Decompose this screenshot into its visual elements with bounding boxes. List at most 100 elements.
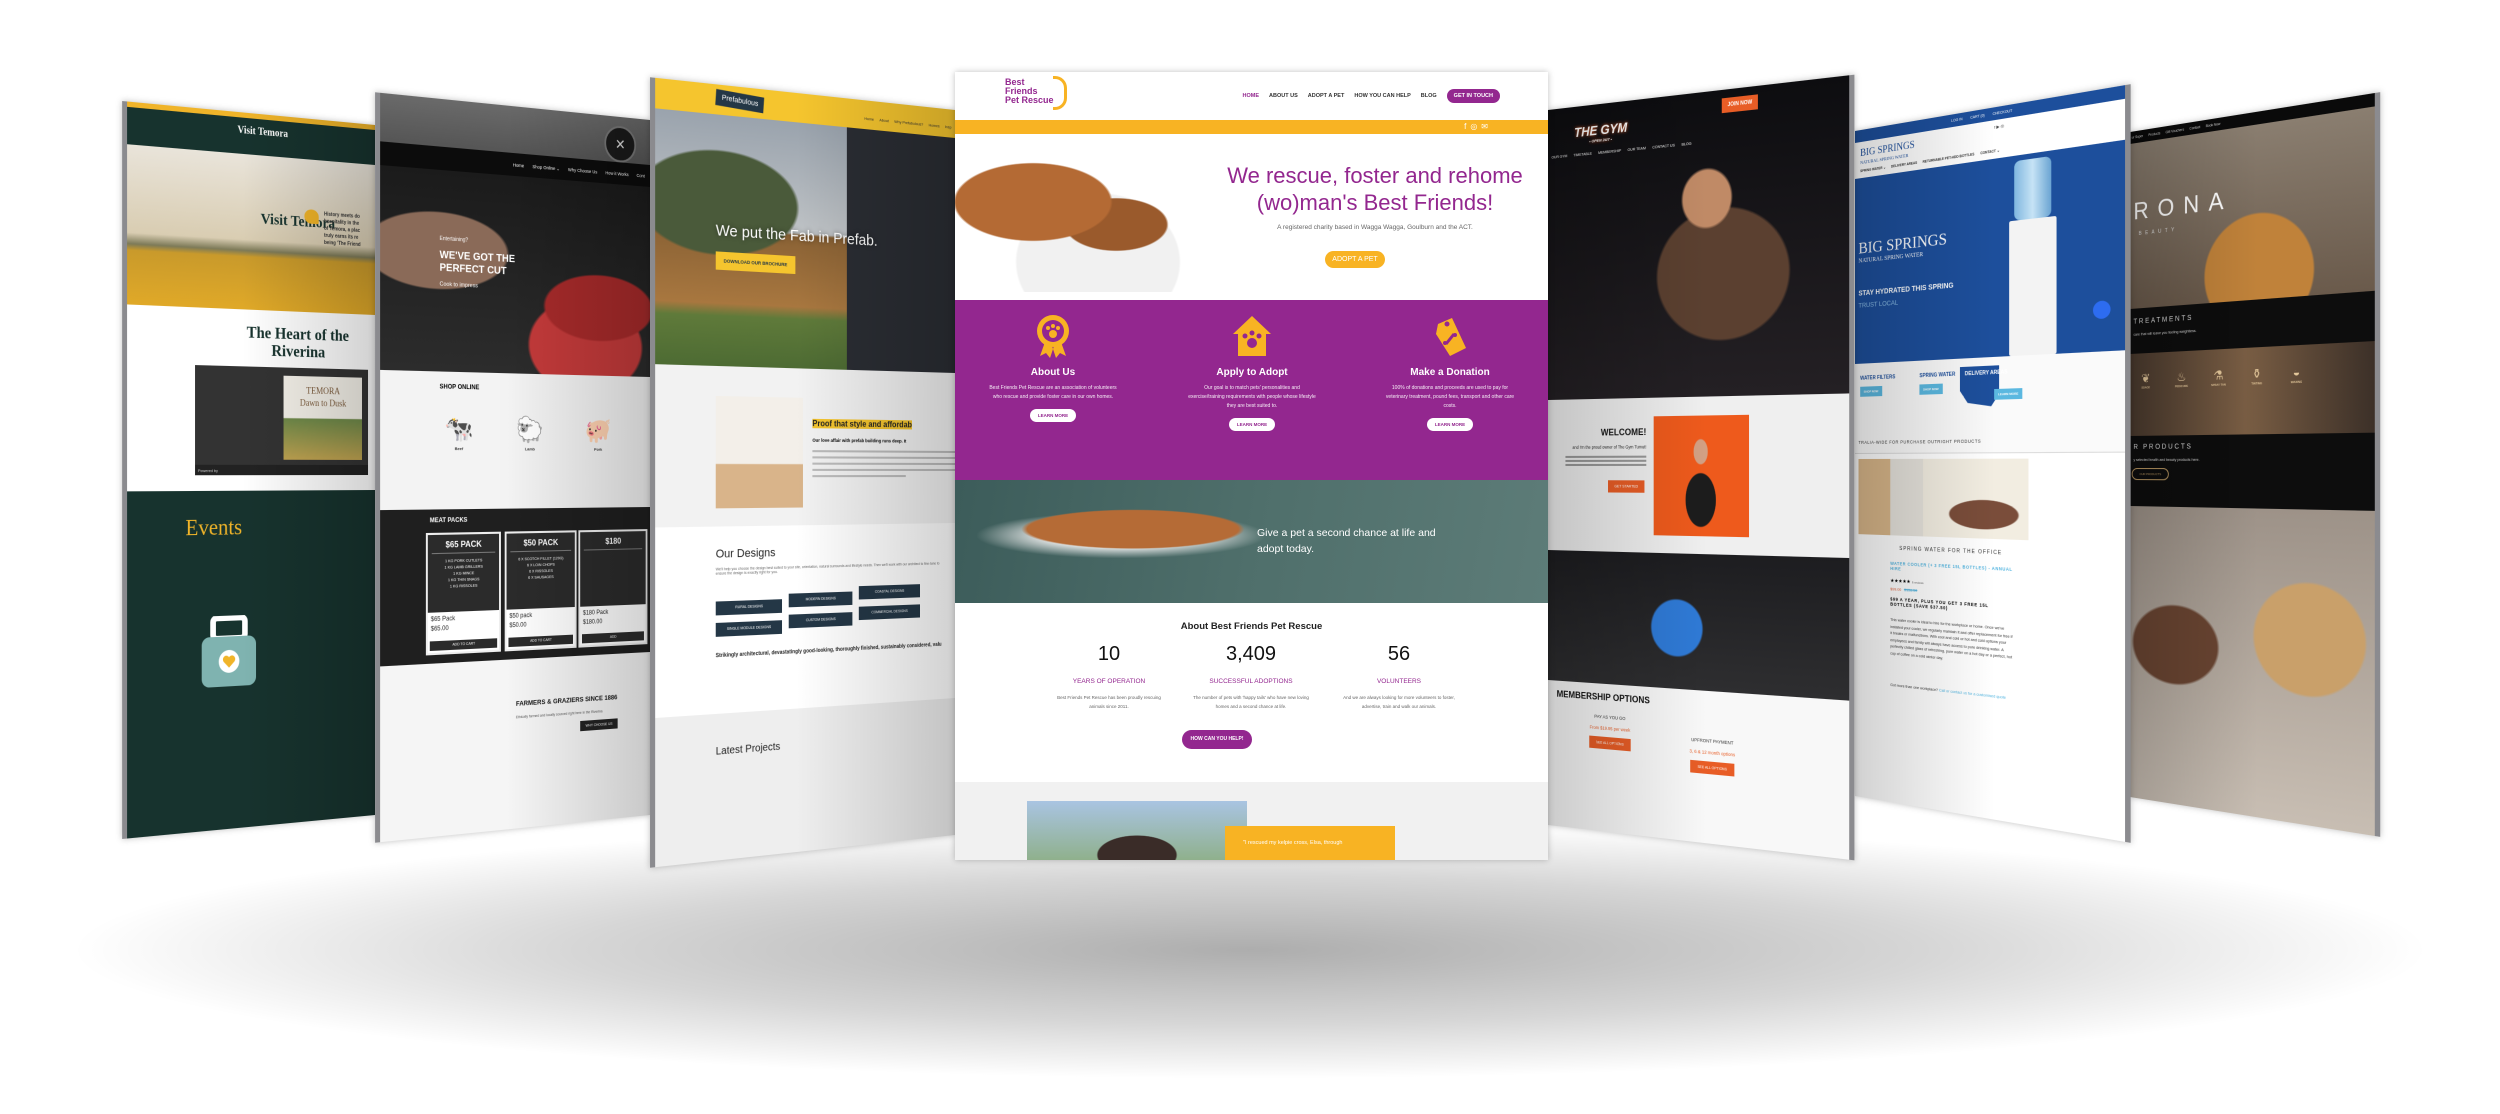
learn-more-button[interactable]: LEARN MORE (1228, 418, 1276, 431)
nav-contact[interactable]: CONTACT ⌄ (1980, 148, 1999, 155)
learn-more-button[interactable]: LEARN MORE (1029, 409, 1077, 422)
cart-link[interactable]: CART (0) (1970, 113, 1984, 120)
tile-delivery-areas[interactable]: DELIVERY AREAS LEARN MORE (1965, 369, 2023, 401)
site-best-friends-pet-rescue[interactable]: Best Friends Pet Rescue HOME ABOUT US ADOP… (955, 72, 1548, 860)
nav-why[interactable]: Why Prefabulous? (894, 119, 923, 127)
treatment-tinting[interactable]: ⚱ TINTING (2239, 366, 2274, 386)
site-big-springs[interactable]: LOG IN CART (0) CHECKOUT BIG SPRINGS NATURA… (1855, 84, 2131, 843)
rural-designs-button[interactable]: RURAL DESIGNS (715, 599, 783, 616)
nav-blog[interactable]: BLOG (1421, 93, 1437, 99)
our-products-button[interactable]: OUR PRODUCTS (2131, 468, 2170, 481)
hero-title: We rescue, foster and rehome (wo)man's B… (1227, 163, 1523, 215)
pack-card[interactable]: $50 PACK 6 X SCOTCH FILLET (120G) 6 X LOIN… (504, 530, 577, 652)
logo[interactable]: Visit Temora (237, 124, 288, 140)
treatment-waxing[interactable]: ◒ WAXING (2278, 364, 2314, 385)
tile-water-filters[interactable]: WATER FILTERS SHOP NOW (1860, 374, 1895, 397)
site-the-gym[interactable]: JOIN NOW THE GYM • OPEN 24/7 • OUR GYM TIM… (1548, 74, 1855, 861)
instagram-icon[interactable]: ◎ (1470, 122, 1477, 131)
see-all-options-button[interactable]: SEE ALL OPTIONS (1689, 759, 1735, 777)
get-in-touch-button[interactable]: GET IN TOUCH (1446, 89, 1500, 103)
nav-about[interactable]: About (879, 117, 888, 123)
star-rating: ★★★★★ 6 reviews (1890, 578, 1924, 586)
nav-home[interactable]: HOME (1243, 93, 1260, 99)
logo[interactable]: THE GYM • OPEN 24/7 • (1574, 119, 1627, 145)
video-controls[interactable]: Powered by (195, 464, 369, 476)
features-section: About Us Best Friends Pet Rescue are an a… (955, 300, 1548, 480)
nav-shop[interactable]: Shop Online ⌄ (532, 164, 559, 172)
nav-our-gym[interactable]: OUR GYM (1551, 154, 1567, 160)
treatment-pedicure[interactable]: ♨ PEDICURE (2165, 369, 2198, 389)
nav-homes[interactable]: Homes (929, 122, 940, 128)
nav-why[interactable]: Why Choose Us (568, 167, 597, 176)
youtube-icon[interactable]: ▶ (1996, 124, 1999, 130)
tile-spring-water[interactable]: SPRING WATER SHOP NOW (1919, 372, 1955, 395)
get-started-button[interactable]: GET STARTED (1608, 480, 1645, 493)
adopt-a-pet-button[interactable]: ADOPT A PET (1325, 251, 1385, 268)
site-prefabulous[interactable]: Prefabulous Home About Why Prefabulous? Hom… (650, 77, 955, 868)
wax-bowl-icon: ◒ (2292, 364, 2301, 380)
logo[interactable]: Prefabulous (715, 88, 765, 114)
meat-packs: MEAT PACKS $65 PACK 1 KG PORK CUTLETS 1 KG… (380, 507, 650, 667)
nav-blog[interactable]: BLOG (1682, 142, 1692, 147)
nav-timetable[interactable]: TIMETABLE (1573, 152, 1591, 158)
single-module-designs-button[interactable]: SINGLE MODULE DESIGNS (715, 620, 783, 637)
nav-how[interactable]: How it Works (605, 170, 628, 178)
checkout-link[interactable]: CHECKOUT (1993, 109, 2013, 117)
pack-card[interactable]: $65 PACK 1 KG PORK CUTLETS 1 KG LAMB GRILL… (425, 531, 501, 656)
logo[interactable]: Best Friends Pet Rescue (1005, 76, 1075, 110)
nav-insp[interactable]: Insp (945, 124, 952, 130)
category-pork[interactable]: 🐖 Pork (576, 416, 621, 452)
site-meat-supply[interactable]: ✕ Home Shop Online ⌄ Why Choose Us How it W… (375, 92, 650, 843)
join-now-button[interactable]: JOIN NOW (1721, 94, 1759, 114)
testimonial-quote: "I rescued my kelpie cross, Elsa, throug… (1225, 826, 1395, 860)
chat-icon[interactable] (2092, 300, 2111, 320)
nav-about-us[interactable]: ABOUT US (1269, 93, 1298, 99)
site-visit-temora[interactable]: Visit Temora Visit Temora History meets … (122, 101, 376, 839)
add-to-cart-button[interactable]: ADD TO CART (508, 634, 573, 648)
category-beef[interactable]: 🐄 Beef (435, 414, 483, 451)
add-to-cart-button[interactable]: ADD TO CART (429, 638, 498, 652)
video-player[interactable]: TEMORA Dawn to Dusk Powered by (195, 365, 369, 476)
option-upfront: UPFRONT PAYMENT 3, 6 & 12 month options SE… (1665, 735, 1761, 779)
why-choose-us-button[interactable]: WHY CHOOSE US (580, 718, 618, 732)
add-to-cart-button[interactable]: ADD (582, 631, 644, 644)
latest-heading: Latest Projects (715, 741, 781, 758)
nav-adopt-a-pet[interactable]: ADOPT A PET (1308, 93, 1345, 99)
treatment-massage[interactable]: ❦ SSAGE (2130, 371, 2162, 390)
facebook-icon[interactable]: f (1994, 124, 1995, 130)
see-all-options-button[interactable]: SEE ALL OPTIONS (1588, 735, 1631, 752)
nav-membership[interactable]: MEMBERSHIP (1598, 149, 1621, 155)
nav-our-team[interactable]: OUR TEAM (1628, 146, 1646, 152)
nav-contact[interactable]: CONTACT US (1652, 143, 1675, 149)
category-lamb[interactable]: 🐑 Lamb (507, 415, 553, 452)
coastal-designs-button[interactable]: COASTAL DESIGNS (858, 584, 920, 600)
proof-subheading: Our love affair with prefab building run… (812, 437, 907, 444)
adopt-banner: Give a pet a second chance at life and a… (955, 480, 1548, 603)
how-can-you-help-button[interactable]: HOW CAN YOU HELP! (1182, 730, 1252, 749)
site-rona-beauty[interactable]: ur Super Products Gift Vouchers Contact Book… (2130, 92, 2381, 837)
proof-heading: Proof that style and affordab (812, 418, 912, 430)
treatment-spray-tan[interactable]: ⚗ SPRAY TAN (2202, 367, 2236, 387)
section-heading: TRALIA-WIDE FOR PURCHASE OUTRIGHT PRODUC… (1855, 429, 2126, 454)
nav-home[interactable]: Home (864, 116, 874, 122)
nav-contact[interactable]: Cont (637, 173, 645, 180)
log-in-link[interactable]: LOG IN (1951, 117, 1962, 123)
product-name[interactable]: WATER COOLER (+ 3 FREE 15L BOTTLES) - AN… (1890, 561, 2019, 578)
contact-link[interactable]: Call or contact us for a customised quot… (1939, 688, 2006, 700)
hero: We rescue, foster and rehome (wo)man's B… (955, 134, 1548, 300)
facebook-icon[interactable]: f (1464, 122, 1466, 131)
download-brochure-button[interactable]: DOWNLOAD OUR BROCHURE (715, 251, 795, 275)
products-section: R PRODUCTS y selected health and beauty p… (2130, 432, 2375, 511)
commercial-designs-button[interactable]: COMMERCIAL DESIGNS (858, 604, 920, 621)
nav-how-you-can-help[interactable]: HOW YOU CAN HELP (1354, 93, 1410, 99)
learn-more-button[interactable]: LEARN MORE (1426, 418, 1474, 431)
office-product: SPRING WATER FOR THE OFFICE WATER COOLER… (1855, 452, 2126, 842)
office-photo (1858, 458, 2029, 541)
mail-icon[interactable]: ✉ (1481, 122, 1488, 131)
modern-designs-button[interactable]: MODERN DESIGNS (788, 591, 853, 608)
welcome-heading: WELCOME! (1600, 426, 1647, 438)
custom-designs-button[interactable]: CUSTOM DESIGNS (788, 612, 853, 629)
pack-card[interactable]: $180 $180 Pack $180.00 ADD (578, 529, 648, 648)
nav-home[interactable]: Home (513, 162, 524, 169)
instagram-icon[interactable]: ◎ (2001, 123, 2005, 129)
